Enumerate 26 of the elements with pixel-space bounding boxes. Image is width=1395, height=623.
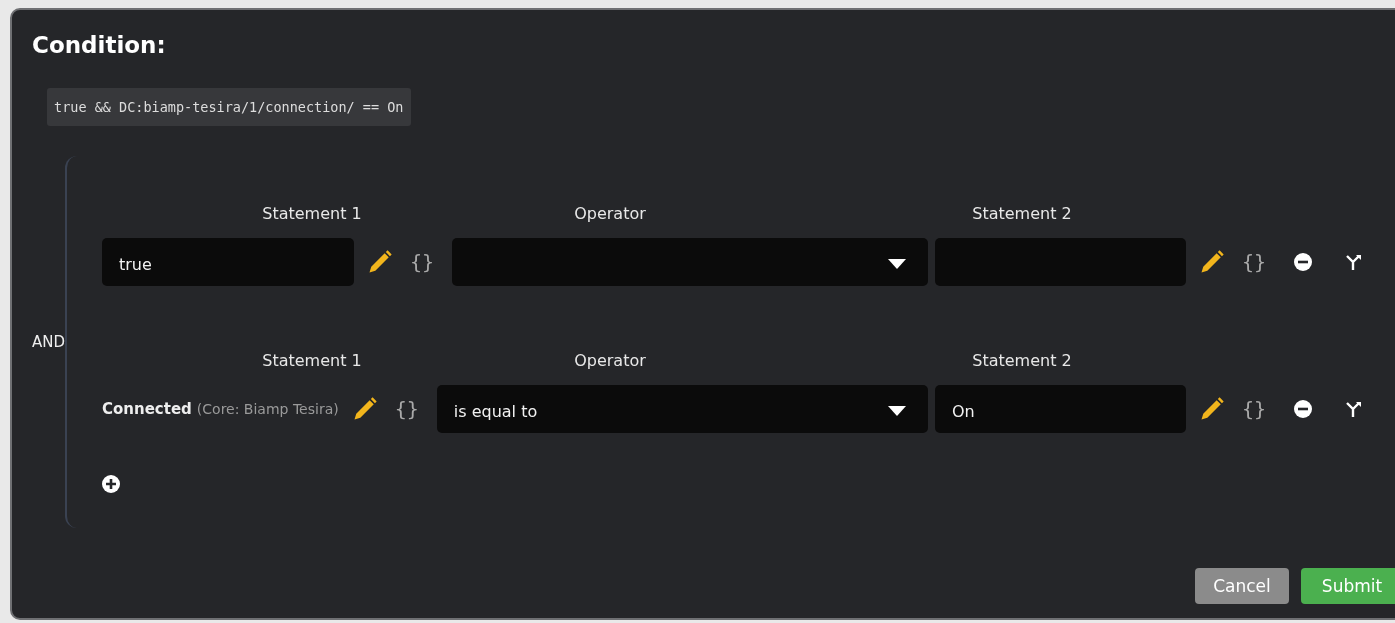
cancel-button[interactable]: Cancel — [1195, 568, 1289, 604]
group-operator: AND — [32, 333, 66, 351]
statement-field[interactable] — [934, 238, 1186, 286]
column-header: Statement 1 — [262, 351, 362, 370]
statement-field[interactable]: true — [102, 238, 354, 286]
column-header: Statement 2 — [972, 204, 1072, 223]
column-header: Statement 2 — [972, 351, 1072, 370]
braces-icon[interactable]: {} — [1241, 250, 1266, 274]
column-header: Statement 1 — [262, 204, 362, 223]
column-header: Operator — [574, 204, 646, 223]
caret-down-icon — [887, 259, 906, 269]
statement-field[interactable]: On — [934, 385, 1186, 433]
operator-dropdown[interactable]: is equal to — [436, 385, 928, 433]
braces-icon[interactable]: {} — [410, 250, 435, 274]
dialog-title: Condition: — [32, 32, 167, 60]
column-header: Operator — [574, 351, 646, 370]
caret-down-icon — [887, 406, 906, 416]
branch-icon[interactable] — [1344, 400, 1362, 418]
remove-icon[interactable] — [1294, 400, 1312, 418]
expression-preview: true && DC:biamp-tesira/1/connection/ == On — [47, 88, 411, 126]
statement-source: (Core: Biamp Tesira) — [196, 401, 339, 417]
remove-icon[interactable] — [1294, 253, 1312, 271]
branch-icon[interactable] — [1344, 253, 1362, 271]
braces-icon[interactable]: {} — [394, 397, 419, 421]
braces-icon[interactable]: {} — [1241, 397, 1266, 421]
statement-name: Connected — [102, 400, 192, 418]
